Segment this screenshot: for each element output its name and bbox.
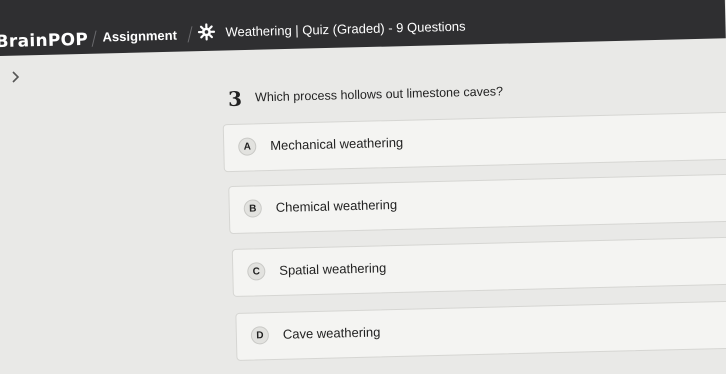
option-letter: D bbox=[250, 326, 270, 345]
option-letter: C bbox=[247, 262, 266, 281]
option-label: Chemical weathering bbox=[275, 196, 398, 215]
question-number: 3 bbox=[227, 86, 243, 112]
option-label: Mechanical weathering bbox=[270, 134, 404, 154]
option-label: Cave weathering bbox=[282, 324, 381, 342]
question-text: Which process hollows out limestone cave… bbox=[254, 84, 504, 105]
answer-option-b[interactable]: B Chemical weathering bbox=[228, 173, 726, 235]
option-label: Spatial weathering bbox=[279, 260, 387, 278]
option-letter: B bbox=[243, 199, 262, 218]
answer-option-c[interactable]: C Spatial weathering bbox=[231, 236, 726, 297]
option-letter: A bbox=[238, 137, 257, 156]
quiz-content: 3 Which process hollows out limestone ca… bbox=[0, 0, 726, 374]
answer-option-d[interactable]: D Cave weathering bbox=[235, 300, 726, 361]
answer-option-a[interactable]: A Mechanical weathering bbox=[222, 111, 726, 173]
